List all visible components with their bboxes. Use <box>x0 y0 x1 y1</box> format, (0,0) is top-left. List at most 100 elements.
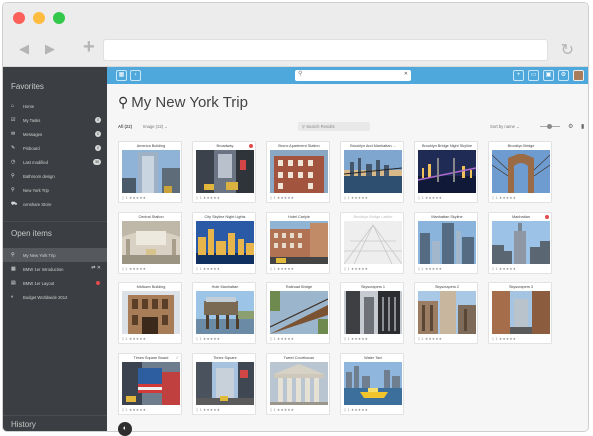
history-heading[interactable]: History <box>3 415 107 431</box>
asset-thumbnail[interactable] <box>492 150 550 193</box>
asset-card[interactable]: Water Taxi ▯ 1 ★★★★★ <box>340 353 404 415</box>
sidebar-item-bmw-1er-introduction[interactable]: ▦ BMW 1er Introduction ⇄ ✕ <box>3 262 107 276</box>
back-arrow-icon[interactable]: ◀ <box>19 41 29 57</box>
address-bar[interactable] <box>103 39 548 61</box>
asset-thumbnail[interactable] <box>270 221 328 264</box>
asset-rating[interactable]: ▯ 1 ★★★★★ <box>344 196 368 200</box>
asset-rating[interactable]: ▯ 1 ★★★★★ <box>122 196 146 200</box>
sidebar-item-pinboard[interactable]: ✎ Pinboard 0 <box>3 141 107 155</box>
asset-rating[interactable]: ▯ 1 ★★★★★ <box>418 337 442 341</box>
zoom-window-button[interactable] <box>53 12 65 24</box>
asset-thumbnail[interactable] <box>492 291 550 334</box>
asset-rating[interactable]: ▯ 1 ★★★★★ <box>196 337 220 341</box>
asset-card[interactable]: Broadway ▯ 1 ★★★★★ <box>192 141 256 203</box>
sidebar-item-my-new-york-trip[interactable]: ⚲ My New York Trip <box>3 248 107 262</box>
asset-thumbnail[interactable] <box>492 221 550 264</box>
asset-thumbnail[interactable] <box>122 221 180 264</box>
close-window-button[interactable] <box>13 12 25 24</box>
swap-close-icon[interactable]: ⇄ ✕ <box>91 265 101 271</box>
asset-thumbnail[interactable] <box>270 291 328 334</box>
asset-thumbnail[interactable] <box>196 362 254 405</box>
clear-search-icon[interactable]: ✕ <box>404 71 408 77</box>
info-panel-icon[interactable]: ▮ <box>581 123 584 130</box>
sidebar-item-budget-worldwide-2014[interactable]: ◐ Budget Worldwide 2014 <box>3 290 107 304</box>
asset-rating[interactable]: ▯ 1 ★★★★★ <box>196 408 220 412</box>
asset-card[interactable]: Skyscrapers 2 ▯ 1 ★★★★★ <box>414 282 478 344</box>
asset-thumbnail[interactable] <box>196 291 254 334</box>
asset-thumbnail[interactable] <box>122 150 180 193</box>
asset-card[interactable]: City Skyline Night Lights ▯ 1 ★★★★★ <box>192 212 256 274</box>
asset-rating[interactable]: ▯ 1 ★★★★★ <box>492 196 516 200</box>
slider-handle[interactable] <box>547 124 552 129</box>
asset-thumbnail[interactable] <box>122 362 180 405</box>
asset-thumbnail[interactable] <box>122 291 180 334</box>
asset-thumbnail[interactable] <box>418 291 476 334</box>
asset-thumbnail[interactable] <box>418 150 476 193</box>
reload-icon[interactable]: ↻ <box>561 40 574 60</box>
sidebar-item-messages[interactable]: ✉ Messages 0 <box>3 127 107 141</box>
chat-icon[interactable]: ▭ <box>528 70 539 81</box>
asset-card[interactable]: Bronx Apartment Station ▯ 1 ★★★★★ <box>266 141 330 203</box>
asset-card[interactable]: Tweet Courthouse ▯ 1 ★★★★★ <box>266 353 330 415</box>
asset-card[interactable]: Central Station ▯ 1 ★★★★★ <box>118 212 182 274</box>
asset-card[interactable]: Railroad Bridge ▯ 1 ★★★★★ <box>266 282 330 344</box>
view-settings-icon[interactable]: ⚙ <box>568 123 573 130</box>
asset-rating[interactable]: ▯ 1 ★★★★★ <box>270 337 294 341</box>
filter-all-tab[interactable]: All (22) <box>118 124 132 129</box>
asset-rating[interactable]: ▯ 1 ★★★★★ <box>122 408 146 412</box>
asset-card[interactable]: Times Square ▯ 1 ★★★★★ <box>192 353 256 415</box>
asset-rating[interactable]: ▯ 1 ★★★★★ <box>270 196 294 200</box>
sidebar-item-censhare-store[interactable]: ⛟ censhare Store <box>3 197 107 211</box>
grid-view-icon[interactable]: ▦ <box>116 70 127 81</box>
filter-images-dropdown[interactable]: Image (22) ⌄ <box>143 124 168 129</box>
asset-thumbnail[interactable] <box>196 221 254 264</box>
sidebar-item-last-modified[interactable]: ◷ Last modified 30 <box>3 155 107 169</box>
sidebar-item-bathroom-design[interactable]: ⚲ Bathroom design <box>3 169 107 183</box>
asset-thumbnail[interactable] <box>270 150 328 193</box>
asset-card[interactable]: Skyscrapers 3 ▯ 1 ★★★★★ <box>488 282 552 344</box>
sidebar-item-home[interactable]: ⌂ Home <box>3 99 107 113</box>
asset-rating[interactable]: ▯ 1 ★★★★★ <box>492 337 516 341</box>
sidebar-item-bmw-1er-layout[interactable]: ▤ BMW 1er Layout <box>3 276 107 290</box>
plus-icon[interactable]: + <box>83 36 95 59</box>
minimize-window-button[interactable] <box>33 12 45 24</box>
forward-arrow-icon[interactable]: ▶ <box>45 41 55 57</box>
asset-card[interactable]: Brooklyn Bridge ▯ 1 ★★★★★ <box>488 141 552 203</box>
asset-rating[interactable]: ▯ 1 ★★★★★ <box>196 196 220 200</box>
asset-thumbnail[interactable] <box>344 362 402 405</box>
asset-thumbnail[interactable] <box>270 362 328 405</box>
add-icon[interactable]: + <box>513 70 524 81</box>
asset-card[interactable]: Manhattan Skyline ▯ 1 ★★★★★ <box>414 212 478 274</box>
settings-icon[interactable]: ⚙ <box>558 70 569 81</box>
asset-card[interactable]: Brooklyn Bridge Night Skyline ▯ 1 ★★★★★ <box>414 141 478 203</box>
global-search-input[interactable]: ⚲ ✕ <box>295 70 411 81</box>
asset-rating[interactable]: ▯ 1 ★★★★★ <box>122 267 146 271</box>
asset-thumbnail[interactable] <box>196 150 254 193</box>
asset-rating[interactable]: ▯ 1 ★★★★★ <box>270 408 294 412</box>
asset-thumbnail[interactable] <box>344 150 402 193</box>
asset-card[interactable]: Brooklyn And Manhattan ... ▯ 1 ★★★★★ <box>340 141 404 203</box>
image-icon[interactable]: ▣ <box>543 70 554 81</box>
asset-thumbnail[interactable] <box>418 221 476 264</box>
asset-rating[interactable]: ▯ 1 ★★★★★ <box>344 408 368 412</box>
asset-card[interactable]: Hole Manhattan ▯ 1 ★★★★★ <box>192 282 256 344</box>
search-results-input[interactable]: ⚲ Search Results <box>298 122 370 131</box>
asset-card[interactable]: Times Square Board ▯ 1 ★★★★★ ✓ <box>118 353 182 415</box>
user-avatar[interactable] <box>573 70 584 81</box>
asset-card[interactable]: Brooklyn Bridge Lattice ▯ 1 ★★★★★ <box>340 212 404 274</box>
sort-dropdown[interactable]: Sort by name ⌄ <box>490 124 520 129</box>
asset-rating[interactable]: ▯ 1 ★★★★★ <box>196 267 220 271</box>
asset-card[interactable]: America Building ▯ 1 ★★★★★ <box>118 141 182 203</box>
asset-card[interactable]: Skyscrapers 1 ▯ 1 ★★★★★ <box>340 282 404 344</box>
asset-rating[interactable]: ▯ 1 ★★★★★ <box>122 337 146 341</box>
asset-rating[interactable]: ▯ 1 ★★★★★ <box>492 267 516 271</box>
back-icon[interactable]: ‹ <box>130 70 141 81</box>
sidebar-item-new-york-trip[interactable]: ⚲ New York Trip <box>3 183 107 197</box>
asset-card[interactable]: Midtown Building ▯ 1 ★★★★★ <box>118 282 182 344</box>
asset-rating[interactable]: ▯ 1 ★★★★★ <box>344 337 368 341</box>
sidebar-item-my-tasks[interactable]: ☑ My Tasks 0 <box>3 113 107 127</box>
asset-card[interactable]: Manhattan ▯ 1 ★★★★★ <box>488 212 552 274</box>
asset-rating[interactable]: ▯ 1 ★★★★★ <box>270 267 294 271</box>
asset-rating[interactable]: ▯ 1 ★★★★★ <box>344 267 368 271</box>
asset-rating[interactable]: ▯ 1 ★★★★★ <box>418 267 442 271</box>
